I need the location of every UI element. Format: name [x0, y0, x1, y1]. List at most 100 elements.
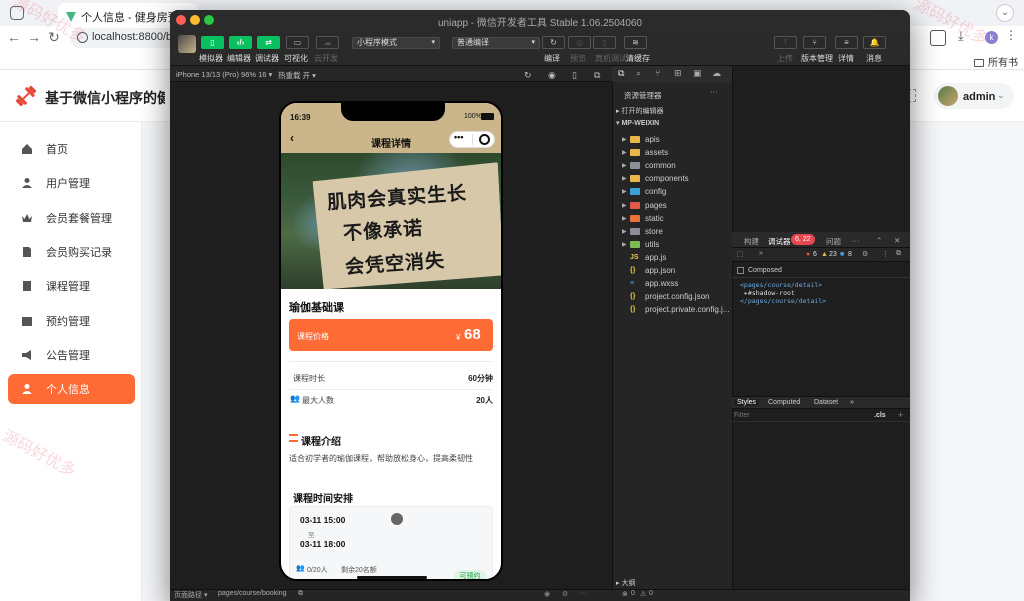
toolbar-label[interactable]: 可视化	[284, 53, 308, 64]
eye-icon[interactable]: ◉	[544, 590, 550, 598]
sidebar-item-1[interactable]: 首页	[8, 134, 135, 164]
refresh-icon[interactable]: ↻	[524, 70, 532, 81]
tree-folder[interactable]: ▶ assets	[622, 146, 668, 159]
extensions-icon[interactable]	[930, 30, 946, 46]
more-panels-icon[interactable]: »	[759, 250, 763, 257]
mode-select[interactable]: 小程序模式 ▾	[352, 37, 440, 49]
compile-icon[interactable]: ↻	[542, 36, 565, 49]
cls-toggle[interactable]: .cls	[874, 412, 886, 419]
tree-folder[interactable]: ▶ common	[622, 159, 676, 172]
toolbar-label[interactable]: 消息	[866, 53, 882, 64]
device-debug-icon[interactable]: ▯	[593, 36, 616, 49]
phone-icon[interactable]: ▯	[201, 36, 224, 49]
copy-icon[interactable]: ⧉	[298, 590, 303, 598]
tree-file[interactable]: {} project.private.config.j...	[630, 303, 729, 316]
toolbar-label[interactable]: 预览	[570, 53, 586, 64]
page-path[interactable]: pages/course/booking	[218, 590, 287, 597]
dom-node[interactable]: </pages/course/detail>	[740, 297, 826, 305]
code-icon[interactable]: ‹/›	[229, 36, 252, 49]
window-icon[interactable]: ⧉	[594, 70, 600, 81]
tab-styles[interactable]: Styles	[734, 399, 760, 406]
settings-icon[interactable]: ⚙	[562, 590, 568, 598]
toolbar-label[interactable]: 详情	[838, 53, 854, 64]
clear-cache-icon[interactable]: ≋	[624, 36, 647, 49]
tree-folder[interactable]: ▶ apis	[622, 133, 660, 146]
image-icon[interactable]: ▣	[693, 68, 702, 79]
more-vertical-icon[interactable]: ⋮	[1005, 28, 1021, 44]
hotreload-toggle[interactable]: 热重载 开 ▾	[278, 70, 316, 81]
more-icon[interactable]: ···	[852, 236, 860, 245]
layout-icon[interactable]: ▭	[286, 36, 309, 49]
composed-checkbox[interactable]	[737, 267, 744, 274]
dom-node[interactable]: <pages/course/detail>	[740, 281, 822, 289]
tree-file[interactable]: ≡ app.wxss	[630, 277, 678, 290]
more-dots-icon[interactable]: •••	[454, 132, 463, 142]
cloud-icon[interactable]: ☁	[712, 68, 721, 79]
sidebar-item-4[interactable]: 会员购买记录	[8, 237, 135, 267]
tree-folder[interactable]: ▶ components	[622, 172, 689, 185]
tree-folder[interactable]: ▶ config	[622, 185, 666, 198]
dom-node[interactable]: ▸#shadow-root	[744, 289, 795, 297]
sidebar-item-7[interactable]: 公告管理	[8, 340, 135, 370]
forward-arrow-icon[interactable]: →	[24, 27, 44, 47]
outline-section[interactable]: ▸ 大纲	[616, 578, 635, 588]
toolbar-label[interactable]: 云开发	[314, 53, 338, 64]
sidebar-item-2[interactable]: 用户管理	[8, 168, 135, 198]
toolbar-label[interactable]: 编译	[544, 53, 560, 64]
tree-folder[interactable]: ▶ static	[622, 212, 664, 225]
sidebar-item-6[interactable]: 预约管理	[8, 306, 135, 336]
device-select[interactable]: iPhone 13/13 (Pro) 96% 16 ▾	[176, 70, 272, 79]
bell-icon[interactable]: 🔔	[863, 36, 886, 49]
back-arrow-icon[interactable]: ←	[4, 27, 24, 47]
dock-icon[interactable]: ⧉	[896, 250, 901, 258]
toolbar-label[interactable]: 清缓存	[626, 53, 650, 64]
phone-simulator[interactable]: 16:39 100% ‹ 课程详情 ••• 肌肉会真实生长 不像承诺 会凭空消失…	[279, 101, 503, 581]
chevron-up-icon[interactable]: ⌃	[876, 236, 882, 245]
user-name[interactable]: admin	[963, 91, 995, 103]
extensions-icon[interactable]: ⊞	[674, 68, 682, 79]
toolbar-label[interactable]: 调试器	[255, 53, 279, 64]
styles-filter-input[interactable]	[734, 410, 864, 421]
phone-icon[interactable]: ▯	[572, 70, 577, 81]
tab-dataset[interactable]: Dataset	[814, 399, 838, 406]
tree-file[interactable]: JS app.js	[630, 251, 666, 264]
more-panels-icon[interactable]: »	[850, 399, 854, 406]
tree-file[interactable]: {} project.config.json	[630, 290, 709, 303]
compile-select[interactable]: 普通编译 ▾	[452, 37, 540, 49]
toolbar-label[interactable]: 模拟器	[199, 53, 223, 64]
status-badge[interactable]: 可预约	[454, 570, 486, 579]
details-icon[interactable]: ≡	[835, 36, 858, 49]
page-path-label[interactable]: 页面路径 ▾	[174, 590, 207, 600]
more-icon[interactable]: ···	[710, 87, 718, 96]
more-icon[interactable]: ···	[580, 590, 587, 597]
tree-folder[interactable]: ▶ utils	[622, 238, 659, 251]
tab-computed[interactable]: Computed	[768, 399, 800, 406]
version-control-icon[interactable]: ⑂	[803, 36, 826, 49]
chevron-down-icon[interactable]: ⌄	[997, 90, 1005, 101]
upload-icon[interactable]: ⤒	[774, 36, 797, 49]
branch-icon[interactable]: ⑂	[655, 68, 660, 78]
search-icon[interactable]: ⌕	[636, 68, 641, 79]
inspect-icon[interactable]: ⬚	[737, 250, 744, 258]
tree-folder[interactable]: ▶ pages	[622, 199, 667, 212]
toolbar-label[interactable]: 版本管理	[801, 53, 833, 64]
preview-icon[interactable]: ◎	[568, 36, 591, 49]
files-icon[interactable]: ⧉	[618, 68, 624, 79]
close-icon[interactable]: ✕	[894, 236, 900, 245]
tree-file[interactable]: {} app.json	[630, 264, 675, 277]
chevron-down-icon[interactable]: ⌄	[996, 4, 1014, 22]
sidebar-item-3[interactable]: 会员套餐管理	[8, 203, 135, 233]
more-vertical-icon[interactable]: ⋮	[882, 250, 889, 258]
toolbar-label[interactable]: 编辑器	[227, 53, 251, 64]
tab-problems[interactable]: 问题	[826, 236, 841, 247]
tab-debugger[interactable]: 调试器	[768, 236, 791, 247]
project-avatar[interactable]	[178, 35, 196, 53]
tree-folder[interactable]: ▶ store	[622, 225, 663, 238]
avatar[interactable]	[938, 86, 958, 106]
close-miniprogram-icon[interactable]	[479, 134, 490, 145]
cloud-icon[interactable]: ☁	[316, 36, 339, 49]
gear-icon[interactable]: ⚙	[862, 250, 868, 258]
sidebar-item-5[interactable]: 课程管理	[8, 271, 135, 301]
add-rule-icon[interactable]: +	[898, 410, 903, 420]
toolbar-label[interactable]: 真机调试	[595, 53, 627, 64]
